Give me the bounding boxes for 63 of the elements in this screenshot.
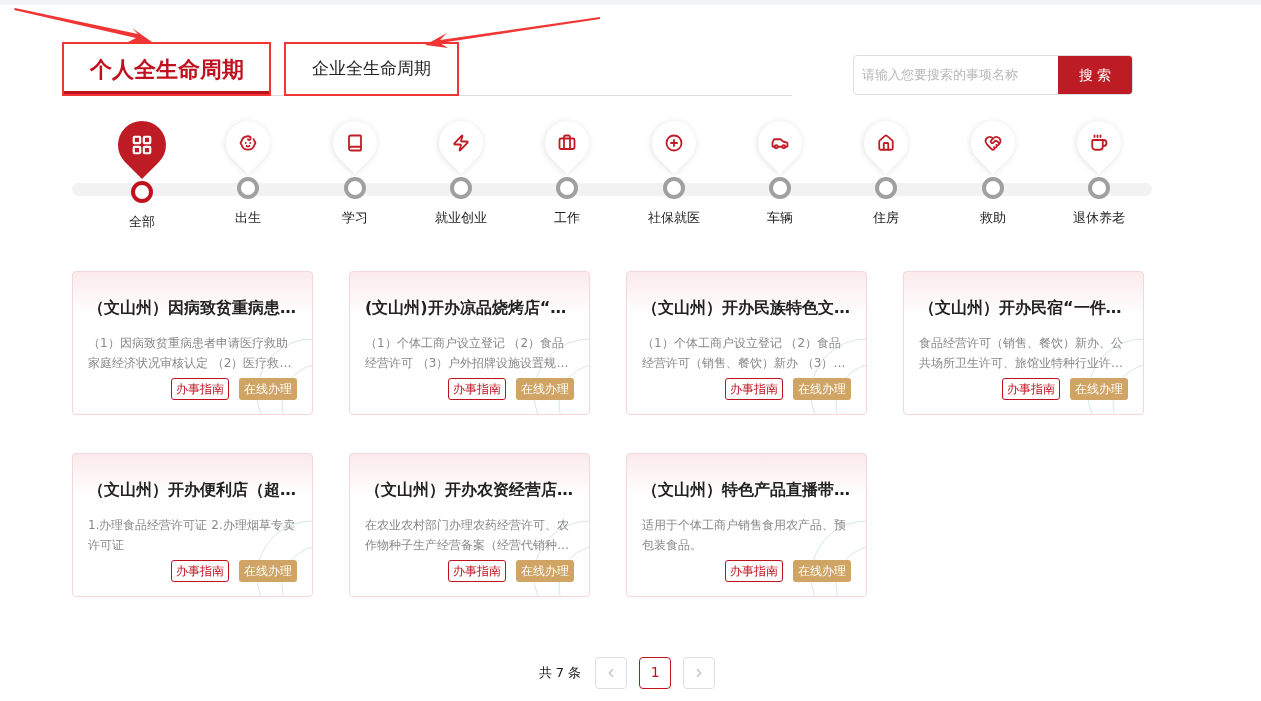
briefcase-icon bbox=[558, 134, 577, 152]
category-label[interactable]: 学习 bbox=[341, 208, 368, 228]
guide-button[interactable]: 办事指南 bbox=[171, 559, 229, 582]
category-label[interactable]: 住房 bbox=[873, 208, 900, 228]
category-label[interactable]: 社保就医 bbox=[647, 208, 700, 228]
card-title: （文山州）开办民族特色文… bbox=[642, 296, 851, 319]
lightning-icon bbox=[452, 134, 471, 152]
search-button[interactable]: 搜 索 bbox=[1058, 56, 1132, 94]
coffee-cup-icon bbox=[1089, 134, 1108, 152]
guide-button[interactable]: 办事指南 bbox=[725, 559, 783, 582]
card-title: (文山州)开办凉品烧烤店“… bbox=[365, 296, 568, 319]
category-label[interactable]: 出生 bbox=[235, 208, 262, 228]
page-button[interactable]: 1 bbox=[639, 656, 672, 689]
service-card[interactable]: （文山州）开办民宿“一件… 食品经营许可（销售、餐饮）新办、公共场所卫生许可、旅馆业特种行业许… 办事指南 在线办理 bbox=[903, 270, 1144, 415]
guide-button[interactable]: 办事指南 bbox=[448, 377, 506, 400]
card-title: （文山州）开办便利店（超… bbox=[88, 478, 297, 501]
house-icon bbox=[877, 134, 896, 152]
timeline-node bbox=[1087, 177, 1110, 199]
card-description: （1）个体工商户设立登记 （2）食品经营许可（销售、餐饮）新办 （3）… bbox=[642, 334, 847, 372]
timeline-node bbox=[556, 177, 579, 199]
tab[interactable]: 个人全生命周期 bbox=[62, 42, 271, 96]
card-description: （1）个体工商户设立登记 （2）食品经营许可 （3）户外招牌设施设置规… bbox=[365, 334, 570, 372]
guide-button[interactable]: 办事指南 bbox=[171, 377, 229, 400]
timeline-node bbox=[450, 177, 473, 199]
card-title: （文山州）开办农资经营店… bbox=[365, 478, 574, 501]
service-card[interactable]: （文山州）开办民族特色文… （1）个体工商户设立登记 （2）食品经营许可（销售、餐饮）新办 （3）… 办事指南 在线办理 bbox=[626, 270, 867, 415]
card-title: （文山州）开办民宿“一件… bbox=[919, 296, 1123, 319]
card-title: （文山州）特色产品直播带… bbox=[642, 478, 851, 501]
category-label[interactable]: 救助 bbox=[979, 208, 1006, 228]
timeline-node bbox=[662, 177, 685, 199]
category-label[interactable]: 就业创业 bbox=[435, 208, 488, 228]
card-description: 食品经营许可（销售、餐饮）新办、公共场所卫生许可、旅馆业特种行业许… bbox=[919, 334, 1124, 372]
timeline-node bbox=[343, 177, 366, 199]
grid-icon bbox=[131, 134, 154, 156]
timeline-node bbox=[131, 181, 154, 203]
guide-button[interactable]: 办事指南 bbox=[448, 559, 506, 582]
category-label[interactable]: 车辆 bbox=[766, 208, 793, 228]
tab[interactable]: 企业全生命周期 bbox=[284, 42, 459, 96]
heart-hand-icon bbox=[983, 134, 1002, 152]
guide-button[interactable]: 办事指南 bbox=[1002, 377, 1060, 400]
guide-button[interactable]: 办事指南 bbox=[725, 377, 783, 400]
total-count: 共 7 条 bbox=[538, 663, 582, 682]
timeline-node bbox=[875, 177, 898, 199]
service-card[interactable]: (文山州)开办凉品烧烤店“… （1）个体工商户设立登记 （2）食品经营许可 （3）户外招牌设施设置规… 办事指南 在线办理 bbox=[349, 270, 590, 415]
category-label[interactable]: 工作 bbox=[554, 208, 581, 228]
card-description: （1）因病致贫重病患者申请医疗救助家庭经济状况审核认定 （2）医疗救… bbox=[88, 334, 293, 372]
baby-icon bbox=[239, 134, 258, 152]
card-description: 适用于个体工商户销售食用农产品、预包装食品。 bbox=[642, 516, 847, 554]
timeline-node bbox=[237, 177, 260, 199]
service-card[interactable]: （文山州）特色产品直播带… 适用于个体工商户销售食用农产品、预包装食品。 办事指南 在线办理 bbox=[626, 452, 867, 597]
card-description: 在农业农村部门办理农药经营许可、农作物种子生产经营备案（经营代销种… bbox=[365, 516, 570, 554]
search-field[interactable]: 请输入您要搜索的事项名称 搜 索 bbox=[853, 55, 1133, 95]
book-icon bbox=[345, 134, 364, 152]
medical-cross-icon bbox=[664, 134, 683, 152]
timeline-node bbox=[981, 177, 1004, 199]
category-label[interactable]: 全部 bbox=[129, 212, 156, 232]
timeline-node bbox=[768, 177, 791, 199]
service-card[interactable]: （文山州）因病致贫重病患… （1）因病致贫重病患者申请医疗救助家庭经济状况审核认定 （2）医疗救… 办事指南 在线办理 bbox=[72, 270, 313, 415]
service-card[interactable]: （文山州）开办农资经营店… 在农业农村部门办理农药经营许可、农作物种子生产经营备案（经营代销种… 办事指南 在线办理 bbox=[349, 452, 590, 597]
card-title: （文山州）因病致贫重病患… bbox=[88, 296, 297, 319]
card-description: 1.办理食品经营许可证 2.办理烟草专卖许可证 bbox=[88, 516, 296, 554]
service-card[interactable]: （文山州）开办便利店（超… 1.办理食品经营许可证 2.办理烟草专卖许可证 办事指南 在线办理 bbox=[72, 452, 313, 597]
category-label[interactable]: 退休养老 bbox=[1072, 208, 1125, 228]
